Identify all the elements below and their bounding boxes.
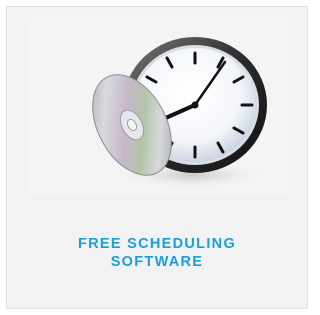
product-image[interactable] — [27, 17, 289, 197]
product-title-link[interactable]: FREE SCHEDULING SOFTWARE — [7, 235, 307, 271]
title-line-2: SOFTWARE — [110, 254, 204, 270]
product-card[interactable]: FREE SCHEDULING SOFTWARE — [6, 6, 308, 309]
clock-with-cd-icon — [92, 37, 270, 189]
title-line-1: FREE SCHEDULING — [77, 236, 237, 252]
